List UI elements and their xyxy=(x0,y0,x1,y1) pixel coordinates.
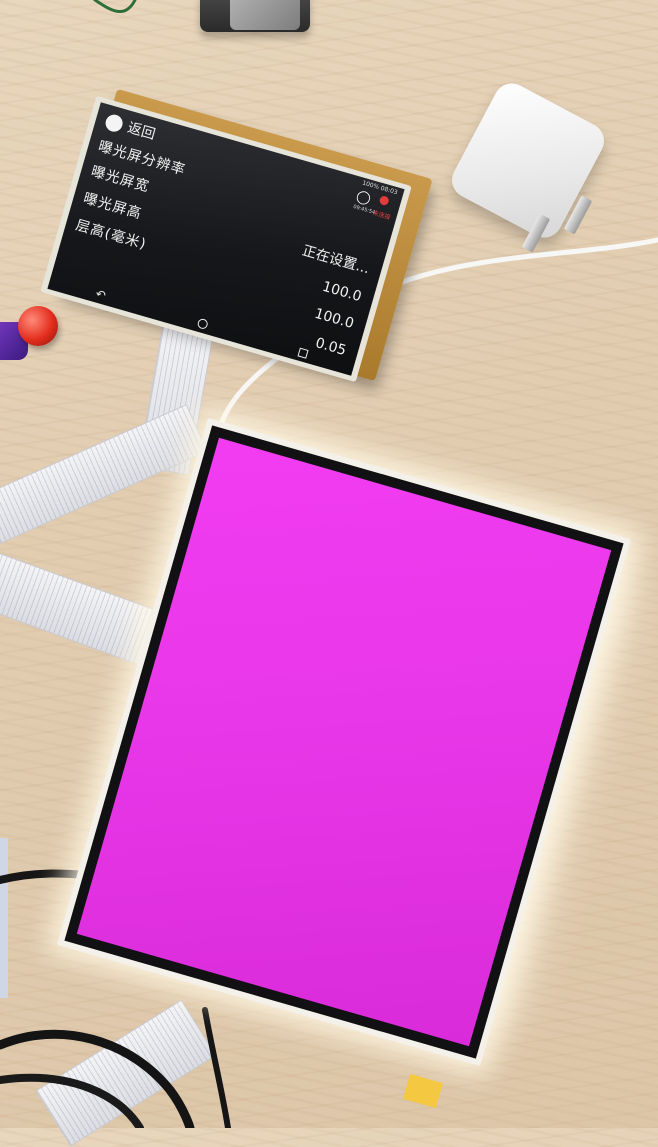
home-icon[interactable] xyxy=(196,317,209,330)
bug-icon[interactable] xyxy=(378,195,390,207)
top-wire xyxy=(93,0,137,13)
value-width: 100.0 xyxy=(320,278,364,306)
black-cable xyxy=(0,1073,144,1128)
value-resolution: 正在设置... xyxy=(300,242,372,278)
back-label: 返回 xyxy=(125,119,158,144)
recents-icon[interactable] xyxy=(297,347,309,359)
status-tag: 未连接 xyxy=(371,209,392,222)
value-height: 100.0 xyxy=(312,305,356,333)
back-circle-icon xyxy=(103,112,125,134)
back-icon[interactable]: ↶ xyxy=(94,286,108,302)
black-cable xyxy=(202,1007,231,1128)
